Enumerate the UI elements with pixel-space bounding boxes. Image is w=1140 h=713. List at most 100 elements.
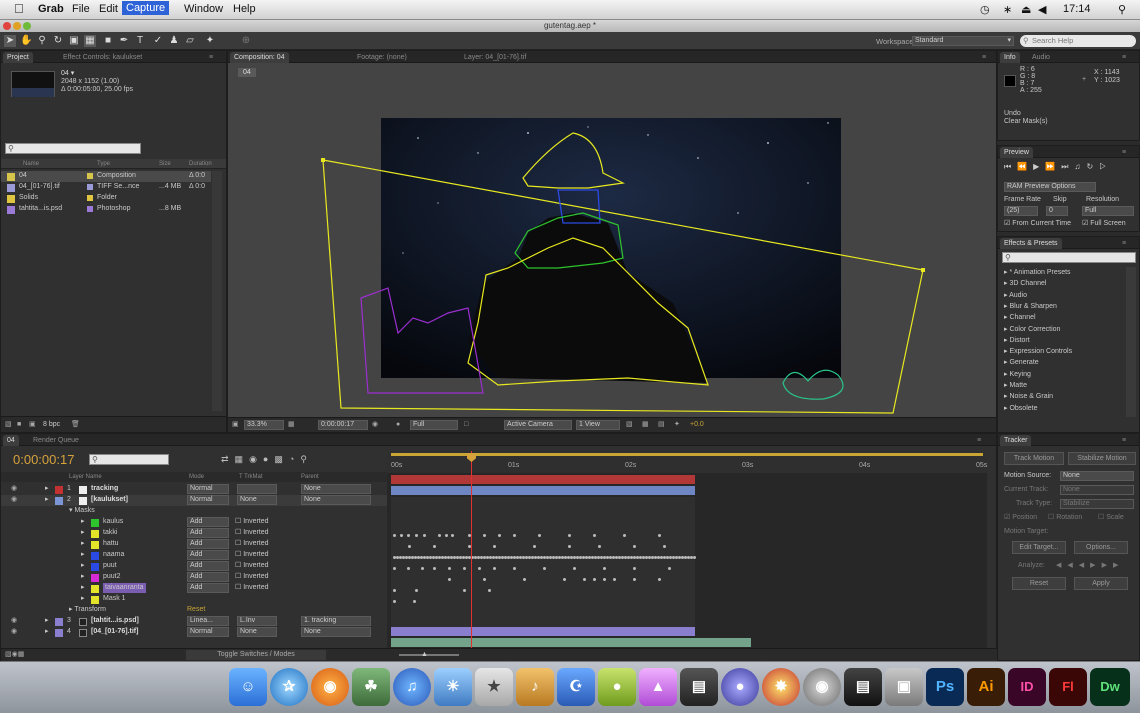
keyframe-icon[interactable] [668, 567, 671, 570]
keyframe-icon[interactable] [393, 600, 396, 603]
tab-composition[interactable]: Composition: 04 [230, 52, 289, 63]
spotlight-icon[interactable]: ⚲ [1118, 3, 1126, 16]
keyframe-icon[interactable] [498, 534, 501, 537]
layer-row[interactable]: ◉ ▸ 1 tracking Normal None [1, 484, 387, 495]
keyframe-icon[interactable] [478, 567, 481, 570]
edit-target-button[interactable]: Edit Target... [1012, 541, 1066, 554]
keyframe-icon[interactable] [393, 567, 396, 570]
keyframe-icon[interactable] [513, 567, 516, 570]
tab-footage[interactable]: Footage: (none) [353, 52, 411, 63]
effects-category[interactable]: ▸ Distort [1004, 336, 1030, 346]
reset-button[interactable]: Reset [1012, 577, 1066, 590]
keyframe-icon[interactable] [563, 578, 566, 581]
zoom-dropdown[interactable]: 33.3% [244, 420, 284, 430]
effects-search-input[interactable]: ⚲ [1002, 252, 1136, 263]
mask-inverted-checkbox[interactable]: ☐ Inverted [235, 550, 269, 560]
keyframe-icon[interactable] [413, 600, 416, 603]
keyframe-icon[interactable] [603, 567, 606, 570]
keyframe-icon[interactable] [433, 567, 436, 570]
analyze-forward-one-icon[interactable]: ▶ [1090, 562, 1101, 569]
mask-inverted-checkbox[interactable]: ☐ Inverted [235, 561, 269, 571]
zoom-slider[interactable] [399, 654, 459, 656]
pan-behind-tool-icon[interactable]: ▦ [84, 35, 96, 47]
panel-menu-icon[interactable]: ≡ [973, 435, 985, 446]
effects-category[interactable]: ▸ 3D Channel [1004, 279, 1046, 289]
photoshop-icon[interactable]: Ps [926, 668, 964, 706]
keyframe-icon[interactable] [407, 534, 410, 537]
effects-category[interactable]: ▸ Audio [1004, 291, 1027, 301]
effects-category[interactable]: ▸ Color Correction [1004, 325, 1060, 335]
visibility-icon[interactable]: ◉ [11, 484, 17, 494]
interpret-footage-icon[interactable]: ▧ [5, 420, 12, 430]
effects-category[interactable]: ▸ Obsolete [1004, 404, 1038, 414]
expand-icon[interactable]: ▸ [45, 616, 49, 626]
track-bar-tracking[interactable] [391, 475, 695, 484]
timeline-icon[interactable]: ▤ [658, 420, 665, 430]
transform-reset-link[interactable]: Reset [187, 605, 205, 615]
mask-mode-dropdown[interactable]: Add [187, 561, 229, 571]
current-time-field[interactable]: 0:00:00:17 [318, 420, 368, 430]
layer-trkmat-dropdown[interactable]: None [237, 495, 277, 505]
ichat-icon[interactable]: ● [598, 668, 636, 706]
paint-app-icon[interactable]: ▲ [639, 668, 677, 706]
keyframe-icon[interactable] [445, 534, 448, 537]
options-button[interactable]: Options... [1074, 541, 1128, 554]
keyframe-icon[interactable] [408, 545, 411, 548]
fast-previews-icon[interactable]: ▦ [642, 420, 649, 430]
keyframe-icon[interactable] [568, 545, 571, 548]
rectangle-tool-icon[interactable]: ■ [102, 35, 114, 47]
menu-edit[interactable]: Edit [99, 3, 118, 15]
keyframe-icon[interactable] [463, 589, 466, 592]
layer-row[interactable]: ◉ ▸ 3 [tahtit...is.psd] Linea... L.Inv 1… [1, 616, 387, 627]
col-type[interactable]: Type [97, 159, 110, 169]
keyframe-icon[interactable] [463, 567, 466, 570]
color-wheel-icon[interactable]: ✸ [762, 668, 800, 706]
toggle-pixel-icon[interactable]: ▧ [626, 420, 633, 430]
iphoto-icon[interactable]: ☀ [434, 668, 472, 706]
itunes-icon[interactable]: ♫ [393, 668, 431, 706]
keyframe-icon[interactable] [538, 534, 541, 537]
effects-category[interactable]: ▸ Keying [1004, 370, 1031, 380]
expand-icon[interactable]: ▸ [81, 572, 85, 582]
keyframe-icon[interactable] [623, 534, 626, 537]
layer-row[interactable]: ◉ ▸ 2 [kaulukset] Normal None None [1, 495, 387, 506]
mask-mode-dropdown[interactable]: Add [187, 583, 229, 593]
comp-canvas[interactable] [228, 63, 996, 418]
first-frame-icon[interactable]: ⏮ [1004, 162, 1017, 171]
motion-blur-icon[interactable]: ◔ [289, 454, 300, 464]
mask-inverted-checkbox[interactable]: ☐ Inverted [235, 583, 269, 593]
selection-tool-icon[interactable]: ➤ [4, 35, 16, 47]
layer-mode-dropdown[interactable]: Linea... [187, 616, 229, 626]
zoom-icon[interactable] [23, 22, 31, 30]
ram-preview-options-dropdown[interactable]: RAM Preview Options [1004, 182, 1096, 192]
frame-rate-dropdown[interactable]: (25) [1004, 206, 1038, 216]
expand-icon[interactable]: ▸ [45, 627, 49, 637]
eject-icon[interactable]: ⏏ [1021, 3, 1031, 16]
mask-row[interactable]: ▸ takki Add ☐ Inverted [1, 528, 387, 539]
layer-parent-dropdown[interactable]: None [301, 495, 371, 505]
tab-effect-controls[interactable]: Effect Controls: kaulukset [59, 52, 146, 63]
live-update-icon[interactable]: ▦ [235, 454, 250, 464]
col-mode[interactable]: Mode [189, 472, 204, 482]
shy-icon[interactable]: ● [263, 454, 274, 464]
trash-icon[interactable]: 🗑 [71, 420, 80, 430]
type-tool-icon[interactable]: T [134, 35, 146, 47]
keyframe-icon[interactable] [583, 578, 586, 581]
zoom-slider-handle-icon[interactable]: ▲ [421, 650, 428, 660]
grid-icon[interactable]: ▦ [288, 420, 295, 430]
mask-mode-dropdown[interactable]: Add [187, 550, 229, 560]
keyframe-icon[interactable] [568, 534, 571, 537]
keyframe-icon[interactable] [421, 567, 424, 570]
rotate-tool-icon[interactable]: ↻ [52, 35, 64, 47]
workspace-dropdown[interactable]: Standard ▾ [912, 36, 1014, 46]
eraser-tool-icon[interactable]: ▱ [184, 35, 196, 47]
effects-scrollbar[interactable] [1126, 267, 1136, 417]
keyframe-icon[interactable] [603, 578, 606, 581]
mask-row[interactable]: ▸ hattu Add ☐ Inverted [1, 539, 387, 550]
expand-icon[interactable]: ▸ [45, 484, 49, 494]
menu-window[interactable]: Window [184, 3, 223, 15]
mask-row[interactable]: ▸ puut2 Add ☐ Inverted [1, 572, 387, 583]
mask-row[interactable]: ▸ puut Add ☐ Inverted [1, 561, 387, 572]
tab-tracker[interactable]: Tracker [1000, 435, 1032, 446]
keyframe-icon[interactable] [523, 578, 526, 581]
